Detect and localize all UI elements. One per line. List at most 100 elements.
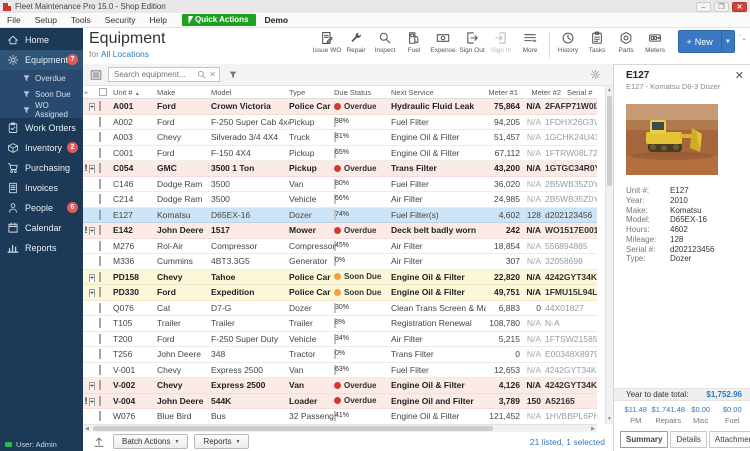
- row-checkbox[interactable]: [99, 101, 101, 111]
- row-checkbox[interactable]: [99, 334, 101, 344]
- row-checkbox[interactable]: [99, 132, 101, 142]
- row-checkbox[interactable]: [99, 318, 101, 328]
- row-checkbox[interactable]: [99, 396, 101, 406]
- sidebar-item-equipment[interactable]: Equipment7: [0, 50, 83, 70]
- scroll-right-icon[interactable]: ▶: [589, 425, 597, 433]
- column-header-next-service[interactable]: Next Service: [391, 88, 486, 97]
- table-row[interactable]: A003ChevySilverado 3/4 4X4Truck81%Engine…: [83, 130, 597, 146]
- sidebar-item-people[interactable]: People6: [0, 198, 83, 218]
- column-header-type[interactable]: Type: [289, 88, 334, 97]
- tab-summary[interactable]: Summary: [620, 431, 668, 448]
- row-checkbox[interactable]: [99, 179, 101, 189]
- demo-menu-item[interactable]: Demo: [264, 15, 288, 25]
- row-checkbox[interactable]: [99, 241, 101, 251]
- table-row[interactable]: +V-002ChevyExpress 2500VanOverdueEngine …: [83, 378, 597, 394]
- tab-attachments[interactable]: Attachments: [709, 431, 750, 448]
- scroll-left-icon[interactable]: ◀: [83, 425, 91, 433]
- tasks-button[interactable]: Tasks: [583, 31, 612, 54]
- new-button[interactable]: +New ▼: [678, 30, 735, 53]
- horizontal-scrollbar[interactable]: ◀ ▶: [83, 424, 597, 432]
- row-checkbox[interactable]: [99, 225, 101, 235]
- table-row[interactable]: Q076CatD7-GDozer30%Clean Trans Screen & …: [83, 301, 597, 317]
- panel-close-icon[interactable]: ✕: [735, 71, 744, 81]
- vertical-scroll-thumb[interactable]: [607, 96, 612, 186]
- scroll-down-icon[interactable]: ▼: [606, 415, 613, 424]
- toolbar-overflow-chevron-icon[interactable]: ˆ﻿⌄: [739, 34, 747, 64]
- column-header-model[interactable]: Model: [211, 88, 289, 97]
- expand-all-header[interactable]: +: [83, 88, 89, 97]
- sidebar-subitem-soon-due[interactable]: Soon Due: [0, 86, 83, 102]
- row-checkbox[interactable]: [99, 256, 101, 266]
- select-all-checkbox[interactable]: [99, 88, 107, 96]
- column-header-serial[interactable]: Serial #: [561, 88, 597, 97]
- table-row[interactable]: !+C054GMC3500 1 TonPickupOverdueTrans Fi…: [83, 161, 597, 177]
- table-row[interactable]: !+V-004John Deere544KLoaderOverdueEngine…: [83, 394, 597, 410]
- table-row[interactable]: T200FordF-250 Super DutyVehicle34%Air Fi…: [83, 332, 597, 348]
- expand-row-icon[interactable]: +: [89, 227, 95, 235]
- column-header-make[interactable]: Make: [157, 88, 211, 97]
- sidebar-item-inventory[interactable]: Inventory2: [0, 138, 83, 158]
- column-header-status[interactable]: Due Status: [334, 88, 391, 97]
- column-settings-gear-icon[interactable]: [590, 69, 601, 80]
- expense-button[interactable]: Expense: [429, 31, 458, 54]
- meters-button[interactable]: Meters: [641, 31, 670, 54]
- table-row[interactable]: V-001ChevyExpress 2500Van63%Fuel Filter1…: [83, 363, 597, 379]
- row-checkbox[interactable]: [99, 287, 101, 297]
- row-checkbox[interactable]: [99, 194, 101, 204]
- table-row[interactable]: +A001FordCrown VictoriaPolice CarOverdue…: [83, 99, 597, 115]
- search-icon[interactable]: [197, 70, 206, 79]
- row-checkbox[interactable]: [99, 117, 101, 127]
- menu-item-security[interactable]: Security: [98, 15, 143, 25]
- expand-row-icon[interactable]: +: [89, 289, 95, 297]
- column-header-meter2[interactable]: Meter #2: [518, 88, 561, 97]
- column-header-meter1[interactable]: Meter #1: [486, 88, 518, 97]
- table-row[interactable]: A002FordF-250 Super Cab 4x4 XLPickup98%F…: [83, 115, 597, 131]
- filter-icon[interactable]: [228, 70, 238, 80]
- clear-search-icon[interactable]: ✕: [209, 70, 216, 79]
- export-icon[interactable]: [93, 436, 105, 448]
- table-row[interactable]: E127KomatsuD65EX-16Dozer74%Fuel Filter(s…: [83, 208, 597, 224]
- expand-row-icon[interactable]: +: [89, 103, 95, 111]
- menu-item-file[interactable]: File: [0, 15, 28, 25]
- row-checkbox[interactable]: [99, 411, 101, 421]
- row-checkbox[interactable]: [99, 210, 101, 220]
- sidebar-subitem-wo-assigned[interactable]: WO Assigned: [0, 102, 83, 118]
- parts-button[interactable]: Parts: [612, 31, 641, 54]
- row-checkbox[interactable]: [99, 380, 101, 390]
- minimize-button[interactable]: –: [696, 2, 711, 12]
- expand-row-icon[interactable]: +: [89, 165, 95, 173]
- table-row[interactable]: C146Dodge Ram3500Van80%Fuel Filter36,020…: [83, 177, 597, 193]
- table-row[interactable]: T256John Deere348Tractor0%Trans Filter0N…: [83, 347, 597, 363]
- close-button[interactable]: ✕: [732, 2, 747, 12]
- expand-row-icon[interactable]: +: [89, 398, 95, 406]
- sidebar-item-work-orders[interactable]: Work Orders: [0, 118, 83, 138]
- sidebar-subitem-overdue[interactable]: Overdue: [0, 70, 83, 86]
- menu-item-help[interactable]: Help: [142, 15, 173, 25]
- table-row[interactable]: W076Blue BirdBus32 Passenger41%Engine Oi…: [83, 409, 597, 424]
- history-button[interactable]: History: [554, 31, 583, 54]
- tab-details[interactable]: Details: [670, 431, 706, 448]
- issue-wo-button[interactable]: Issue WO: [313, 31, 342, 54]
- vertical-scrollbar[interactable]: ▲ ▼: [605, 86, 613, 424]
- list-view-icon[interactable]: [89, 69, 103, 81]
- column-header-unit[interactable]: Unit # ▲: [113, 88, 157, 97]
- table-row[interactable]: C214Dodge Ram3500Vehicle66%Air Filter24,…: [83, 192, 597, 208]
- expand-row-icon[interactable]: +: [89, 382, 95, 390]
- scroll-up-icon[interactable]: ▲: [606, 86, 613, 95]
- row-checkbox[interactable]: [99, 365, 101, 375]
- repair-button[interactable]: Repair: [342, 31, 371, 54]
- table-row[interactable]: +PD158ChevyTahoePolice CarSoon DueEngine…: [83, 270, 597, 286]
- menu-item-tools[interactable]: Tools: [64, 15, 98, 25]
- table-row[interactable]: +PD330FordExpeditionPolice CarSoon DueEn…: [83, 285, 597, 301]
- quick-actions-button[interactable]: Quick Actions: [182, 14, 257, 26]
- all-locations-link[interactable]: All Locations: [101, 49, 149, 59]
- table-row[interactable]: !+E142John Deere1517MowerOverdueDeck bel…: [83, 223, 597, 239]
- new-dropdown-caret[interactable]: ▼: [721, 31, 734, 52]
- horizontal-scroll-thumb[interactable]: [93, 426, 493, 431]
- table-row[interactable]: T105TrailerTrailerTrailer8%Registration …: [83, 316, 597, 332]
- table-row[interactable]: C001FordF-150 4X4Pickup65%Engine Oil & F…: [83, 146, 597, 162]
- more-button[interactable]: More: [516, 31, 545, 54]
- table-row[interactable]: M276Rol-AirCompressorCompressor45%Air Fi…: [83, 239, 597, 255]
- batch-actions-button[interactable]: Batch Actions▼: [113, 434, 188, 449]
- expand-row-icon[interactable]: +: [89, 274, 95, 282]
